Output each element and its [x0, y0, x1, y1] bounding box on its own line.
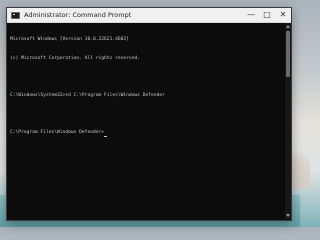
scroll-up-arrow-icon[interactable] — [286, 25, 290, 28]
command-prompt-window[interactable]: Administrator: Command Prompt — □ ✕ Micr… — [6, 7, 292, 221]
console-prompt-line: C:\Program Files\Windows Defender> — [10, 130, 291, 137]
console-line: Microsoft Windows [Version 10.0.22621.46… — [10, 37, 129, 43]
console-line: (c) Microsoft Corporation. All rights re… — [10, 56, 140, 61]
maximize-button[interactable]: □ — [259, 8, 275, 23]
scroll-down-arrow-icon[interactable] — [286, 214, 290, 217]
command-prompt-icon — [11, 11, 20, 19]
console-prompt: C:\Program Files\Windows Defender> — [10, 130, 105, 136]
text-cursor — [104, 135, 108, 137]
title-bar[interactable]: Administrator: Command Prompt — □ ✕ — [7, 8, 291, 23]
console-line: C:\Windows\System32>cd C:\Program Files\… — [10, 93, 165, 99]
scrollbar-thumb[interactable] — [286, 31, 290, 77]
console-output[interactable]: Microsoft Windows [Version 10.0.22621.46… — [7, 23, 291, 219]
vertical-scrollbar[interactable] — [285, 23, 291, 219]
window-title: Administrator: Command Prompt — [24, 11, 132, 19]
minimize-button[interactable]: — — [243, 8, 259, 23]
close-button[interactable]: ✕ — [275, 8, 291, 23]
